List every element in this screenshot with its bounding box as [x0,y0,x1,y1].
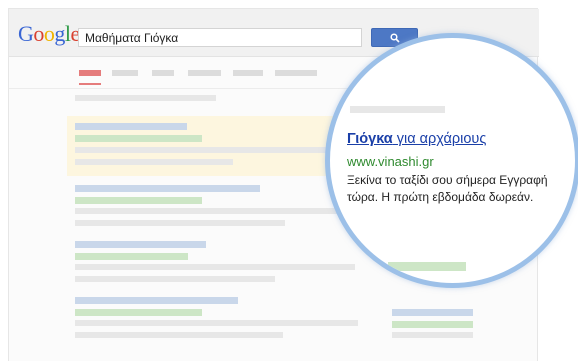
result-title-placeholder[interactable] [75,297,238,304]
logo-letter: o [33,21,44,46]
magnified-bar [350,106,445,113]
google-logo[interactable]: Google [18,23,80,45]
result-snippet-placeholder [75,208,355,214]
ad-title-placeholder[interactable] [75,123,187,130]
ad-title-link[interactable]: Γιόγκα για αρχάριους [347,131,486,147]
tab-more[interactable] [275,70,317,76]
magnifier-lens: Γιόγκα για αρχάριους www.vinashi.gr Ξεκί… [325,33,578,288]
active-tab-indicator [79,83,101,85]
result-title-placeholder[interactable] [75,241,206,248]
result-snippet-placeholder [75,320,358,326]
tab-images[interactable] [112,70,138,76]
magnified-bar [388,262,466,271]
result-title-placeholder[interactable] [75,185,260,192]
ad-title-bold: Γιόγκα [347,131,393,147]
ad-desc-placeholder [75,159,233,165]
ad-display-url: www.vinashi.gr [347,154,434,169]
tab-maps[interactable] [152,70,174,76]
ad-title-rest: για αρχάριους [392,131,487,147]
logo-letter: G [18,21,34,46]
search-input[interactable]: Μαθήματα Γιόγκα [78,28,362,47]
result-stats-placeholder [75,95,216,101]
logo-letter: o [43,21,55,46]
result-snippet-placeholder [75,264,355,270]
result-snippet-placeholder [75,276,275,282]
tab-web[interactable] [79,70,101,76]
result-url-placeholder [75,253,188,260]
side-ad-url-placeholder [392,321,473,328]
ad-url-placeholder [75,135,202,142]
side-ad-desc-placeholder [392,332,473,338]
ad-desc-placeholder [75,147,335,153]
ad-description: Ξεκίνα το ταξίδι σου σήμερα Εγγραφή τώρα… [347,173,548,204]
result-url-placeholder [75,309,202,316]
side-ad-title-placeholder[interactable] [392,309,473,316]
result-snippet-placeholder [75,220,285,226]
magnified-ad: Γιόγκα για αρχάριους www.vinashi.gr Ξεκί… [330,38,575,283]
result-snippet-placeholder [75,332,283,338]
logo-letter: g [54,21,65,46]
tab-news[interactable] [233,70,263,76]
result-url-placeholder [75,197,202,204]
tab-shopping[interactable] [188,70,221,76]
